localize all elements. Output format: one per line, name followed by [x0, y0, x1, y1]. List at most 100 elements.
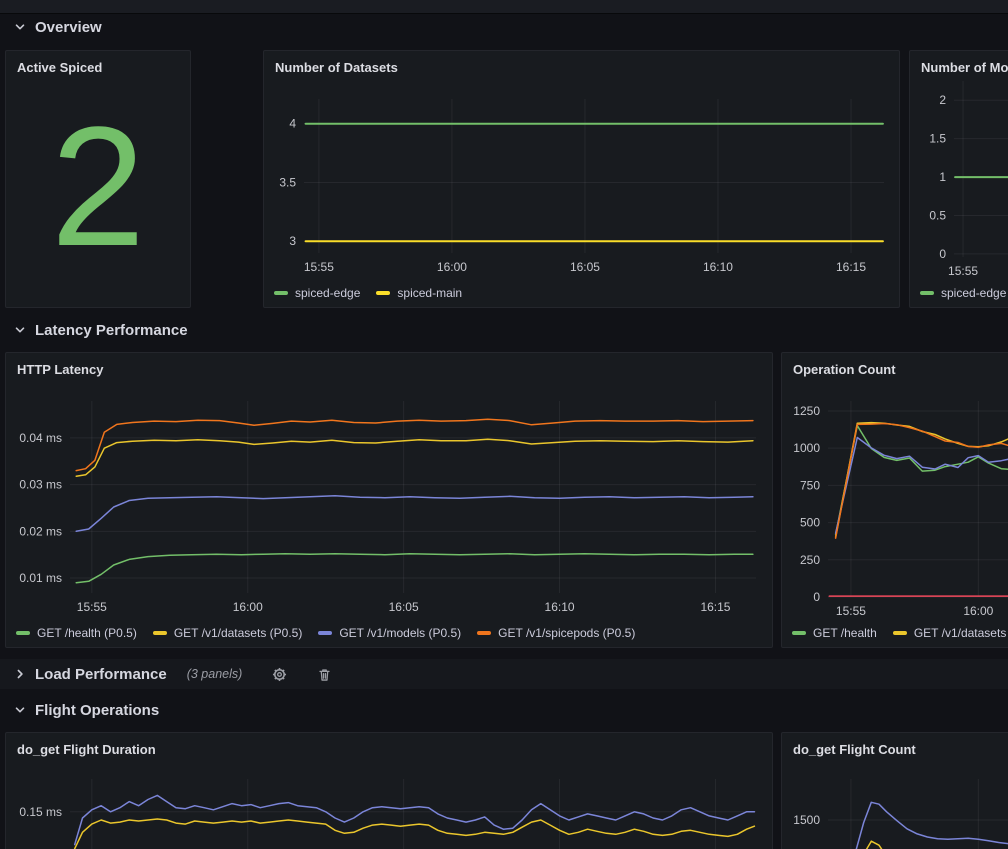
series-line-flight-duration-yellow: [75, 819, 755, 849]
chevron-down-icon: [13, 323, 27, 337]
series-line-flight-count-yellow: [838, 841, 1008, 849]
models-legend: spiced-edge: [920, 286, 1006, 300]
panel-count-label: (3 panels): [187, 667, 243, 681]
x-tick-label: 16:00: [233, 600, 263, 614]
panel-do-get-flight-duration: do_get Flight Duration 15:5516:0016:0516…: [5, 732, 773, 849]
http-latency-chart[interactable]: 15:55 16:00 16:05 16:10 16:15 0.01 ms 0.02 ms 0…: [6, 353, 773, 648]
panel-title[interactable]: Active Spiced: [17, 60, 102, 75]
series-line-get-v1-spicepods-p05: [76, 419, 753, 470]
x-tick-label: 15:55: [304, 260, 334, 274]
y-tick-label: 0: [939, 247, 946, 261]
section-title: Overview: [35, 19, 102, 36]
x-tick-label: 15:55: [77, 600, 107, 614]
stat-value: 2: [6, 51, 190, 307]
y-tick-label: 0: [813, 590, 820, 604]
section-header-flight-operations[interactable]: Flight Operations: [13, 698, 159, 722]
gear-icon: [272, 667, 287, 682]
row-delete-button[interactable]: [317, 667, 332, 682]
section-title: Latency Performance: [35, 322, 188, 339]
x-tick-label: 16:10: [703, 260, 733, 274]
y-tick-label: 750: [800, 478, 820, 492]
chevron-right-icon: [13, 667, 27, 681]
legend-item[interactable]: GET /v1/datasets: [893, 626, 1007, 640]
row-settings-button[interactable]: [272, 667, 287, 682]
y-tick-label: 3: [289, 234, 296, 248]
y-tick-label: 500: [800, 516, 820, 530]
operation-count-legend: GET /health GET /v1/datasets: [792, 626, 1006, 640]
section-header-load-performance[interactable]: Load Performance (3 panels): [0, 659, 1008, 689]
section-header-latency-performance[interactable]: Latency Performance: [13, 318, 188, 342]
legend-swatch: [16, 631, 30, 635]
legend-item[interactable]: spiced-edge: [274, 286, 360, 300]
panel-title[interactable]: Operation Count: [793, 362, 896, 377]
legend-swatch: [920, 291, 934, 295]
y-tick-label: 0.15 ms: [19, 805, 62, 819]
y-tick-label: 3.5: [279, 175, 296, 189]
legend-swatch: [318, 631, 332, 635]
panel-http-latency: HTTP Latency 15:55 16:00 16:05 16:10 16:15 0.…: [5, 352, 773, 648]
legend-item[interactable]: GET /v1/models (P0.5): [318, 626, 461, 640]
top-toolbar-edge: [0, 0, 1008, 14]
y-tick-label: 4: [289, 117, 296, 131]
series-line-get-v1-datasets-p05: [76, 439, 753, 476]
chevron-down-icon: [13, 20, 27, 34]
legend-item[interactable]: spiced-edge: [920, 286, 1006, 300]
panel-title[interactable]: Number of Models: [921, 60, 1008, 75]
legend-swatch: [376, 291, 390, 295]
y-tick-label: 1500: [793, 813, 820, 827]
panel-title[interactable]: do_get Flight Count: [793, 742, 916, 757]
legend-item[interactable]: GET /v1/spicepods (P0.5): [477, 626, 635, 640]
section-title: Load Performance: [35, 666, 167, 683]
x-tick-label: 16:15: [700, 600, 730, 614]
legend-swatch: [153, 631, 167, 635]
y-tick-label: 0.5: [929, 208, 946, 222]
series-line-get-v1-models-p05: [76, 496, 753, 532]
datasets-legend: spiced-edge spiced-main: [274, 286, 462, 300]
section-title: Flight Operations: [35, 702, 159, 719]
series-line-flight-duration-blue: [75, 795, 755, 844]
x-tick-label: 16:05: [570, 260, 600, 274]
panel-do-get-flight-count: do_get Flight Count 15:5516:001500: [781, 732, 1008, 849]
series-line-flight-count-blue: [838, 802, 1008, 849]
panel-title[interactable]: Number of Datasets: [275, 60, 398, 75]
trash-icon: [317, 667, 332, 682]
y-tick-label: 0.04 ms: [19, 431, 62, 445]
legend-item[interactable]: spiced-main: [376, 286, 462, 300]
section-header-overview[interactable]: Overview: [13, 15, 102, 39]
y-tick-label: 2: [939, 93, 946, 107]
y-tick-label: 0.01 ms: [19, 571, 62, 585]
x-tick-label: 16:05: [389, 600, 419, 614]
y-tick-label: 0.03 ms: [19, 478, 62, 492]
y-tick-label: 1.5: [929, 132, 946, 146]
x-tick-label: 16:00: [963, 604, 993, 618]
models-chart[interactable]: 15:5516:0000.511.52: [910, 51, 1008, 308]
http-latency-legend: GET /health (P0.5) GET /v1/datasets (P0.5…: [16, 626, 635, 640]
y-tick-label: 250: [800, 553, 820, 567]
datasets-chart[interactable]: 15:55 16:00 16:05 16:10 16:15 3 3.5 4: [264, 51, 900, 308]
chevron-down-icon: [13, 703, 27, 717]
y-tick-label: 1: [939, 170, 946, 184]
x-tick-label: 15:55: [948, 264, 978, 278]
series-line-get-health: [836, 426, 1008, 535]
operation-count-chart[interactable]: 15:55 16:00 0 250 500 750 1000 1250: [782, 353, 1008, 648]
legend-swatch: [792, 631, 806, 635]
legend-swatch: [274, 291, 288, 295]
legend-item[interactable]: GET /v1/datasets (P0.5): [153, 626, 303, 640]
y-tick-label: 1250: [793, 404, 820, 418]
legend-item[interactable]: GET /health (P0.5): [16, 626, 137, 640]
legend-swatch: [893, 631, 907, 635]
y-tick-label: 1000: [793, 441, 820, 455]
panel-number-of-models: Number of Models 15:5516:0000.511.52 spi…: [909, 50, 1008, 308]
x-tick-label: 16:10: [545, 600, 575, 614]
panel-title[interactable]: do_get Flight Duration: [17, 742, 156, 757]
legend-item[interactable]: GET /health: [792, 626, 877, 640]
x-tick-label: 16:00: [437, 260, 467, 274]
panel-number-of-datasets: Number of Datasets 15:5516:0016:0516:101…: [263, 50, 900, 308]
panel-active-spiced: Active Spiced 2: [5, 50, 191, 308]
grafana-dashboard: Overview Active Spiced 2 Number of Datas…: [0, 0, 1008, 849]
panel-title[interactable]: HTTP Latency: [17, 362, 103, 377]
legend-swatch: [477, 631, 491, 635]
x-tick-label: 16:15: [836, 260, 866, 274]
y-tick-label: 0.02 ms: [19, 524, 62, 538]
x-tick-label: 15:55: [836, 604, 866, 618]
